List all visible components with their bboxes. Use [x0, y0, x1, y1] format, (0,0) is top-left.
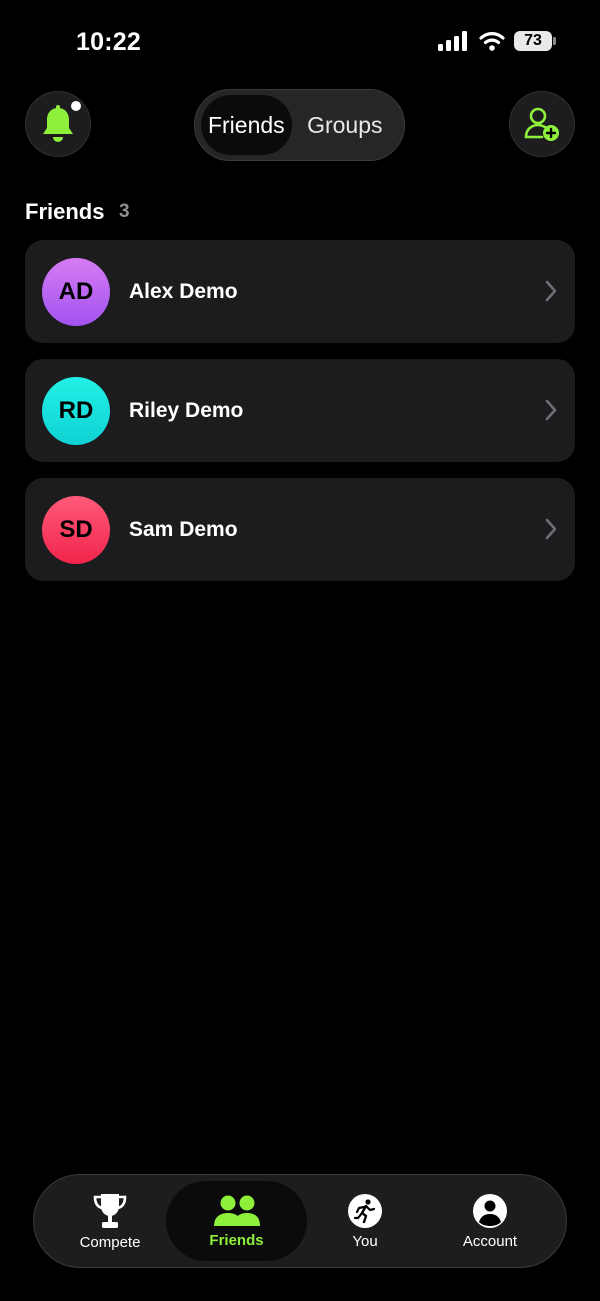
avatar-initials: AD — [58, 277, 94, 305]
chevron-right-icon — [545, 280, 557, 302]
avatar: SD — [42, 495, 110, 564]
friend-row-alex[interactable]: AD Alex Demo — [25, 240, 575, 343]
friends-groups-toggle: Friends Groups — [194, 89, 405, 161]
tab-label: Compete — [79, 1233, 141, 1251]
tab-label: You — [352, 1232, 378, 1250]
avatar-initials: SD — [59, 515, 93, 543]
people-icon — [213, 1195, 260, 1226]
status-icons: 73 — [438, 31, 556, 51]
cellular-signal-icon — [438, 31, 467, 51]
person-add-icon — [524, 107, 559, 141]
status-time: 10:22 — [76, 28, 141, 56]
battery-level: 73 — [524, 32, 542, 49]
chevron-right-icon — [545, 518, 557, 540]
bell-icon — [43, 105, 73, 142]
battery-indicator: 73 — [514, 31, 556, 51]
segment-groups[interactable]: Groups — [292, 95, 398, 155]
chevron-right-icon — [545, 399, 557, 421]
friend-list: AD Alex Demo RD Riley Demo SD Sam Demo — [25, 240, 575, 597]
tab-label: Friends — [209, 1231, 264, 1249]
tab-bar: Compete Friends You Account — [33, 1174, 567, 1268]
friends-count: 3 — [119, 201, 130, 222]
account-icon — [473, 1193, 507, 1228]
avatar: RD — [42, 376, 110, 445]
avatar: AD — [42, 257, 110, 326]
segment-friends[interactable]: Friends — [201, 95, 292, 155]
friend-name: Alex Demo — [129, 279, 238, 303]
add-friend-button[interactable] — [509, 91, 575, 157]
notifications-button[interactable] — [25, 91, 91, 157]
tab-compete[interactable]: Compete — [46, 1181, 174, 1261]
tab-account[interactable]: Account — [427, 1181, 553, 1261]
tab-friends[interactable]: Friends — [166, 1181, 307, 1261]
notification-dot — [71, 101, 81, 111]
tab-you[interactable]: You — [302, 1181, 428, 1261]
trophy-icon — [93, 1193, 127, 1228]
section-title: Friends — [25, 199, 105, 224]
wifi-icon — [479, 32, 505, 51]
friend-name: Sam Demo — [129, 517, 238, 541]
runner-icon — [348, 1193, 382, 1228]
tab-label: Account — [462, 1232, 518, 1250]
friend-name: Riley Demo — [129, 398, 244, 422]
friend-row-riley[interactable]: RD Riley Demo — [25, 359, 575, 462]
avatar-initials: RD — [58, 396, 94, 424]
friend-row-sam[interactable]: SD Sam Demo — [25, 478, 575, 581]
